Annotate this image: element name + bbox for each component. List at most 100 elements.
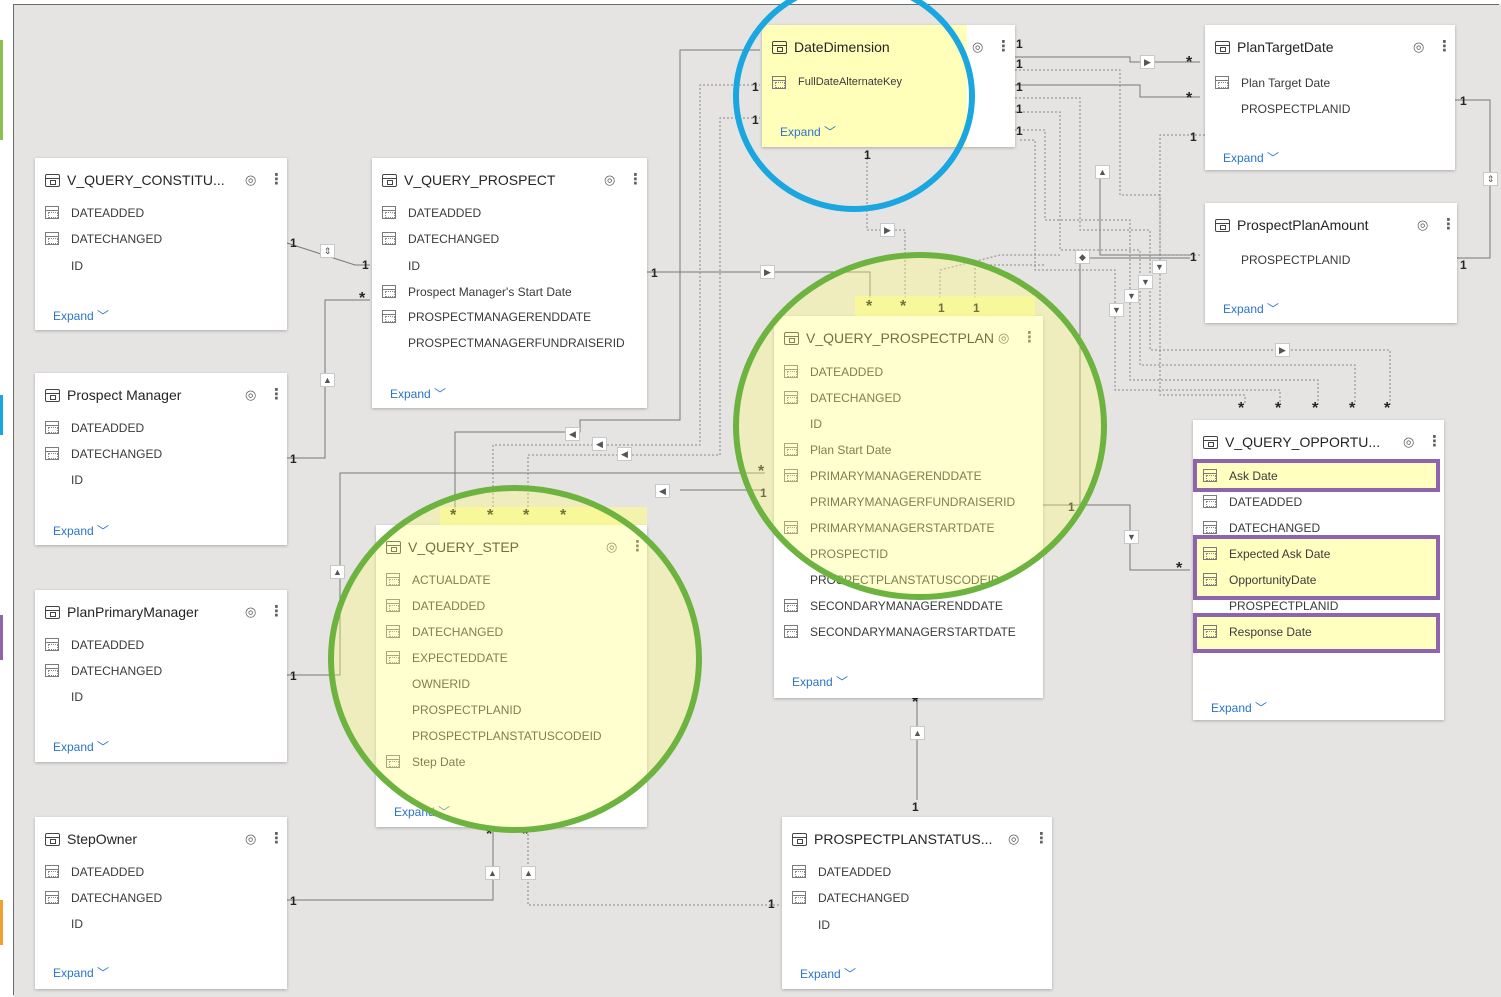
- field-row[interactable]: ID: [35, 912, 287, 938]
- direction-icon: ▼: [1138, 275, 1153, 289]
- field-row[interactable]: OpportunityDate: [1193, 568, 1444, 594]
- relationship-line: [287, 830, 494, 901]
- cardinality-label: *: [1186, 90, 1193, 107]
- expand-button[interactable]: Expand ﹀: [53, 738, 109, 755]
- more-options-icon[interactable]: ⋮: [628, 170, 643, 188]
- visibility-icon[interactable]: ◎: [972, 39, 983, 55]
- expand-button[interactable]: Expand ﹀: [390, 385, 446, 402]
- expand-button[interactable]: Expand ﹀: [1223, 149, 1279, 166]
- visibility-icon[interactable]: ◎: [1008, 831, 1019, 847]
- more-options-icon[interactable]: ⋮: [1427, 432, 1442, 450]
- table-title: V_QUERY_CONSTITU...: [67, 172, 225, 188]
- field-row[interactable]: ID: [35, 468, 287, 494]
- calendar-icon: [382, 285, 396, 298]
- visibility-icon[interactable]: ◎: [245, 604, 256, 620]
- table-plan-primary-manager[interactable]: PlanPrimaryManager ◎ ⋮ DATEADDED DATECHA…: [35, 590, 287, 762]
- visibility-icon[interactable]: ◎: [1413, 39, 1424, 55]
- expand-button[interactable]: Expand ﹀: [792, 673, 848, 690]
- table-header[interactable]: PlanPrimaryManager ◎ ⋮: [35, 590, 287, 636]
- direction-icon: ▼: [1152, 260, 1167, 274]
- table-prospect-plan-amount[interactable]: ProspectPlanAmount ◎ ⋮ PROSPECTPLANID Ex…: [1205, 203, 1457, 323]
- field-row[interactable]: Response Date: [1193, 620, 1444, 646]
- field-row[interactable]: DATECHANGED: [35, 886, 287, 912]
- expand-button[interactable]: Expand ﹀: [1223, 300, 1279, 317]
- expand-button[interactable]: Expand ﹀: [1211, 699, 1267, 716]
- field-row[interactable]: Plan Target Date: [1205, 71, 1455, 97]
- field-row[interactable]: DATECHANGED: [35, 659, 287, 685]
- field-row[interactable]: DATECHANGED: [1193, 516, 1444, 542]
- more-options-icon[interactable]: ⋮: [1437, 37, 1452, 55]
- calendar-icon: [1203, 469, 1217, 482]
- field-row[interactable]: ID: [35, 254, 287, 280]
- more-options-icon[interactable]: ⋮: [1441, 215, 1456, 233]
- field-row[interactable]: DATEADDED: [1193, 490, 1444, 516]
- model-canvas[interactable]: ⇕ ▲ ▲ ▶ ◀ ◀ ◀ ◀ ▶ ▶ ▲ ◆ ▼ ▼ ▼ ▼ ▶ ▼ ⇕ ▲ …: [0, 0, 1501, 997]
- field-row[interactable]: Ask Date: [1193, 464, 1444, 490]
- table-v-query-prospect[interactable]: V_QUERY_PROSPECT ◎ ⋮ DATEADDED DATECHANG…: [372, 158, 647, 408]
- field-row[interactable]: DATEADDED: [35, 201, 287, 227]
- table-header[interactable]: StepOwner ◎ ⋮: [35, 817, 287, 863]
- relationship-line: [1099, 165, 1190, 256]
- calendar-icon: [1203, 625, 1217, 638]
- cardinality-label: 1: [290, 452, 297, 466]
- field-row[interactable]: DATECHANGED: [35, 227, 287, 253]
- more-options-icon[interactable]: ⋮: [269, 829, 284, 847]
- cardinality-label: 1: [290, 894, 297, 908]
- field-row[interactable]: PROSPECTPLANID: [1205, 97, 1455, 123]
- more-options-icon[interactable]: ⋮: [269, 170, 284, 188]
- calendar-icon: [1215, 76, 1229, 89]
- field-row[interactable]: DATECHANGED: [35, 442, 287, 468]
- visibility-icon[interactable]: ◎: [1417, 217, 1428, 233]
- more-options-icon[interactable]: ⋮: [269, 385, 284, 403]
- calendar-icon: [45, 421, 59, 434]
- expand-button[interactable]: Expand ﹀: [53, 307, 109, 324]
- field-row[interactable]: ID: [35, 685, 287, 711]
- field-row[interactable]: PROSPECTMANAGERENDDATE: [372, 305, 647, 331]
- direction-icon: ◀: [617, 447, 632, 461]
- expand-button[interactable]: Expand ﹀: [53, 522, 109, 539]
- table-header[interactable]: PlanTargetDate ◎ ⋮: [1205, 25, 1455, 71]
- field-row[interactable]: DATECHANGED: [782, 886, 1052, 912]
- field-row[interactable]: DATEADDED: [782, 860, 1052, 886]
- more-options-icon[interactable]: ⋮: [269, 602, 284, 620]
- table-header[interactable]: Prospect Manager ◎ ⋮: [35, 373, 287, 419]
- field-row[interactable]: SECONDARYMANAGERSTARTDATE: [774, 620, 1043, 646]
- calendar-icon: [45, 638, 59, 651]
- field-row[interactable]: DATEADDED: [35, 860, 287, 886]
- table-step-owner[interactable]: StepOwner ◎ ⋮ DATEADDED DATECHANGED ID E…: [35, 817, 287, 989]
- table-v-query-opportu[interactable]: V_QUERY_OPPORTU... ◎ ⋮ Ask Date DATEADDE…: [1193, 420, 1444, 720]
- table-prospectplanstatus[interactable]: PROSPECTPLANSTATUS... ◎ ⋮ DATEADDED DATE…: [782, 817, 1052, 989]
- table-header[interactable]: V_QUERY_PROSPECT ◎ ⋮: [372, 158, 647, 204]
- table-header[interactable]: ProspectPlanAmount ◎ ⋮: [1205, 203, 1457, 249]
- more-options-icon[interactable]: ⋮: [996, 37, 1011, 55]
- field-row[interactable]: DATEADDED: [35, 416, 287, 442]
- field-row[interactable]: PROSPECTPLANID: [1205, 248, 1457, 274]
- field-row[interactable]: PROSPECTPLANID: [1193, 594, 1444, 620]
- field-row[interactable]: ID: [782, 913, 1052, 939]
- table-header[interactable]: V_QUERY_CONSTITU... ◎ ⋮: [35, 158, 287, 204]
- field-row[interactable]: PROSPECTMANAGERFUNDRAISERID: [372, 331, 647, 357]
- visibility-icon[interactable]: ◎: [245, 387, 256, 403]
- direction-icon: ▼: [1124, 530, 1139, 544]
- field-row[interactable]: DATEADDED: [35, 633, 287, 659]
- visibility-icon[interactable]: ◎: [245, 172, 256, 188]
- field-row[interactable]: ID: [372, 254, 647, 280]
- table-prospect-manager[interactable]: Prospect Manager ◎ ⋮ DATEADDED DATECHANG…: [35, 373, 287, 545]
- table-plan-target-date[interactable]: PlanTargetDate ◎ ⋮ Plan Target Date PROS…: [1205, 25, 1455, 170]
- field-row[interactable]: DATECHANGED: [372, 227, 647, 253]
- field-row[interactable]: Expected Ask Date: [1193, 542, 1444, 568]
- cardinality-label: 1: [1016, 57, 1023, 71]
- visibility-icon[interactable]: ◎: [245, 831, 256, 847]
- expand-button[interactable]: Expand ﹀: [53, 964, 109, 981]
- expand-button[interactable]: Expand ﹀: [800, 965, 856, 982]
- table-title: Prospect Manager: [67, 387, 182, 403]
- table-icon: [1215, 219, 1230, 232]
- table-v-query-constitu[interactable]: V_QUERY_CONSTITU... ◎ ⋮ DATEADDED DATECH…: [35, 158, 287, 330]
- visibility-icon[interactable]: ◎: [604, 172, 615, 188]
- table-header[interactable]: PROSPECTPLANSTATUS... ◎ ⋮: [782, 817, 1052, 863]
- visibility-icon[interactable]: ◎: [1403, 434, 1414, 450]
- field-row[interactable]: Prospect Manager's Start Date: [372, 280, 647, 306]
- cardinality-label: *: [1349, 400, 1356, 417]
- more-options-icon[interactable]: ⋮: [1034, 829, 1049, 847]
- field-row[interactable]: DATEADDED: [372, 201, 647, 227]
